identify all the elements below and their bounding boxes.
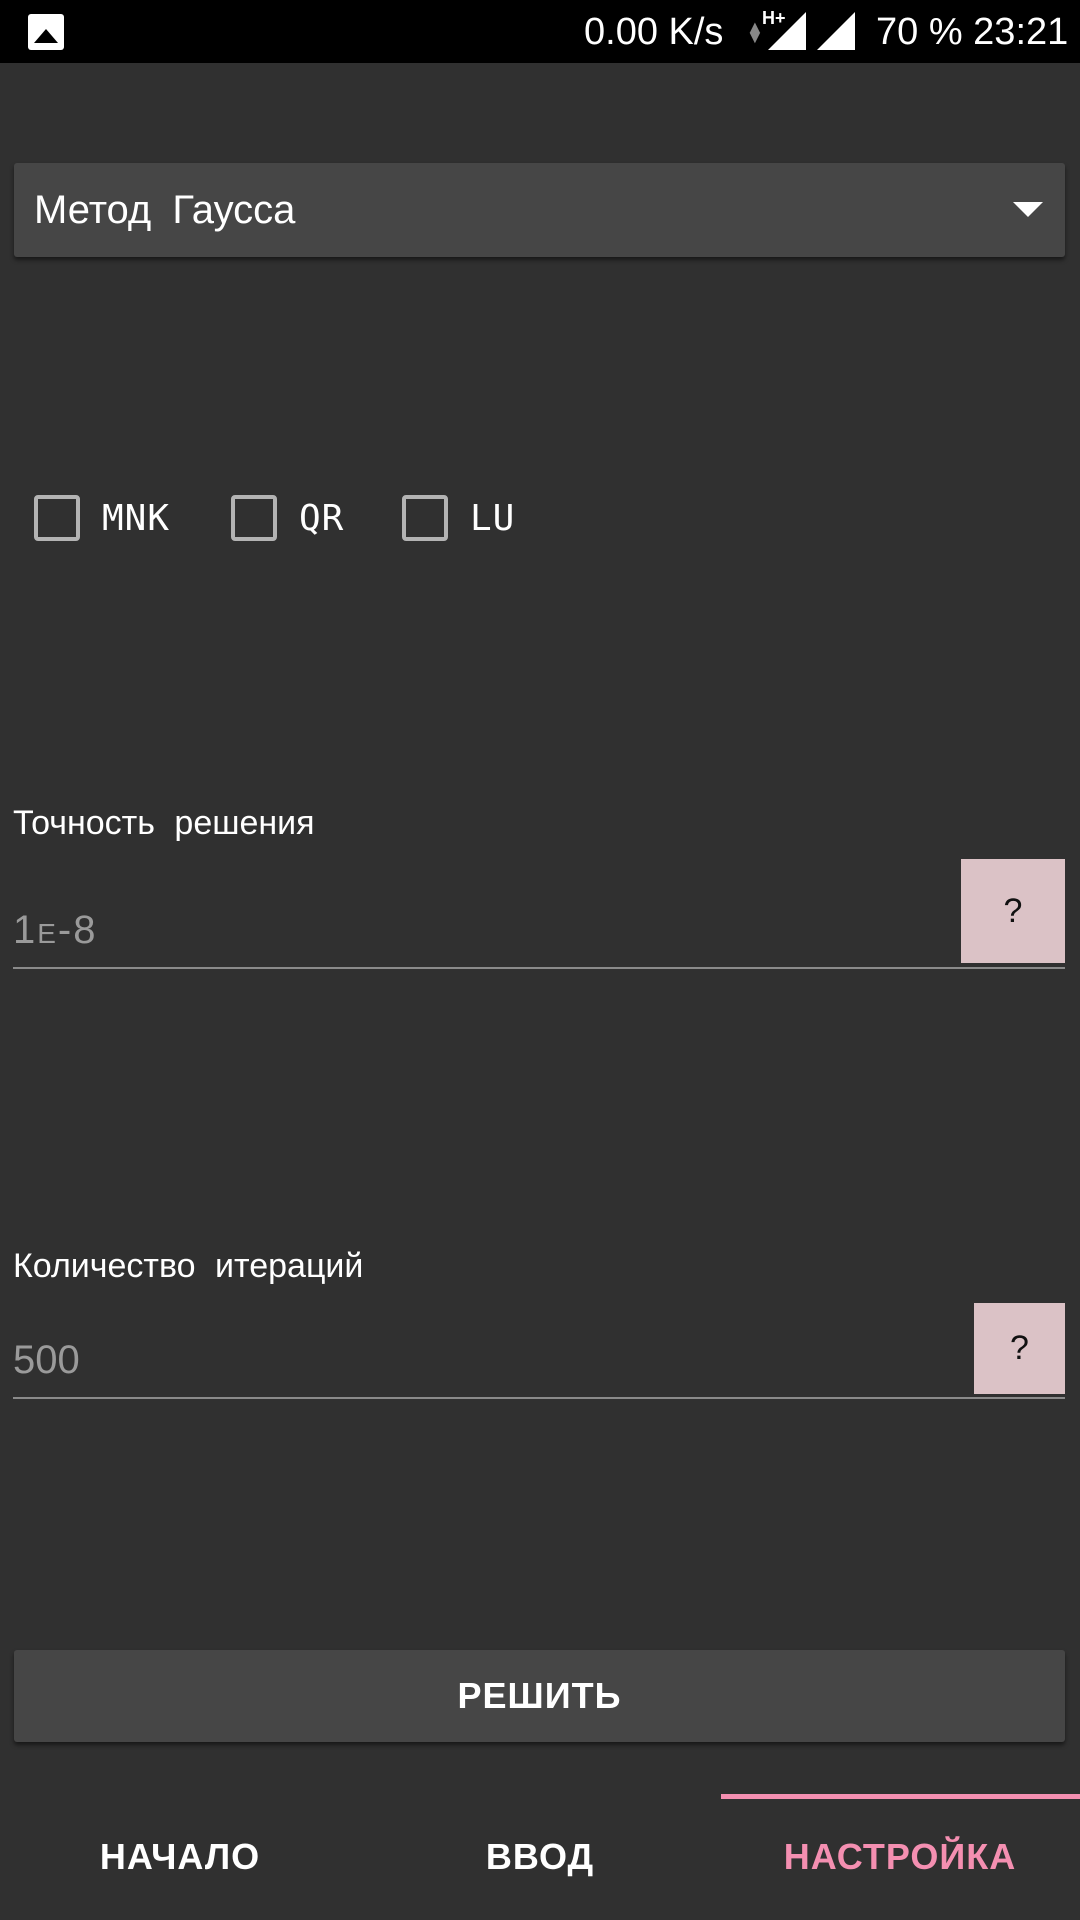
precision-label: Точность решения xyxy=(13,804,315,842)
image-notification-icon xyxy=(28,14,64,50)
iterations-value: 500 xyxy=(13,1338,80,1382)
method-spinner-value: Метод Гаусса xyxy=(34,188,296,232)
signal-strength-icon-2 xyxy=(817,12,855,50)
checkbox-box-icon xyxy=(402,495,448,541)
tab-settings[interactable]: НАСТРОЙКА xyxy=(720,1793,1080,1920)
signal-strength-icon xyxy=(768,12,806,50)
tab-input[interactable]: ВВОД xyxy=(360,1793,720,1920)
dropdown-arrow-icon xyxy=(1013,202,1043,217)
iterations-input[interactable]: 500 xyxy=(13,1319,1065,1399)
checkbox-lu-label: LU xyxy=(470,497,516,539)
precision-value: 1e-8 xyxy=(13,908,98,952)
checkbox-mnk-label: MNK xyxy=(102,497,171,539)
precision-help-button[interactable]: ? xyxy=(961,859,1065,963)
checkbox-box-icon xyxy=(231,495,277,541)
status-bar: 0.00 K/s ▲ ▼ H+ 70 % 23:21 xyxy=(0,0,1080,63)
bottom-tab-bar: НАЧАЛО ВВОД НАСТРОЙКА xyxy=(0,1793,1080,1920)
solve-button[interactable]: РЕШИТЬ xyxy=(14,1650,1065,1742)
battery-and-clock: 70 % 23:21 xyxy=(876,11,1069,53)
network-speed: 0.00 K/s xyxy=(584,11,724,53)
tab-start[interactable]: НАЧАЛО xyxy=(0,1793,360,1920)
app-screen: 0.00 K/s ▲ ▼ H+ 70 % 23:21 Метод Гаусса M… xyxy=(0,0,1080,1920)
iterations-label: Количество итераций xyxy=(13,1247,364,1285)
checkbox-box-icon xyxy=(34,495,80,541)
checkbox-qr[interactable]: QR xyxy=(231,494,344,542)
precision-input[interactable]: 1e-8 xyxy=(13,889,1065,969)
method-spinner[interactable]: Метод Гаусса xyxy=(14,163,1065,257)
checkbox-lu[interactable]: LU xyxy=(402,494,515,542)
checkbox-mnk[interactable]: MNK xyxy=(34,494,170,542)
active-tab-indicator xyxy=(721,1794,1080,1799)
iterations-help-button[interactable]: ? xyxy=(974,1303,1065,1394)
checkbox-qr-label: QR xyxy=(299,497,345,539)
